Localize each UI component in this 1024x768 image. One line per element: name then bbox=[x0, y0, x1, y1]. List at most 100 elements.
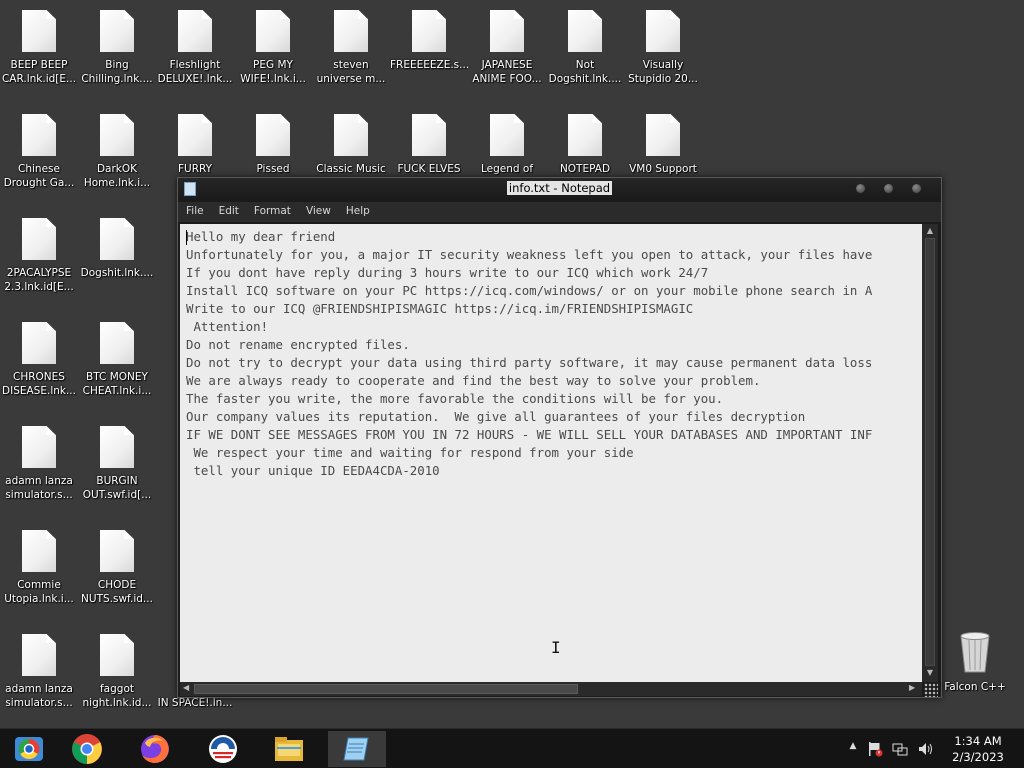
taskbar-firefox[interactable] bbox=[126, 731, 184, 767]
editor-line: Unfortunately for you, a major IT securi… bbox=[186, 247, 873, 262]
desktop-icon-label: steven universe m... bbox=[316, 59, 386, 85]
desktop-icon-label: Pissed bbox=[256, 163, 290, 175]
file-icon bbox=[22, 114, 56, 156]
clock-time: 1:34 AM bbox=[954, 734, 1002, 748]
desktop-icon-label: FUCK ELVES bbox=[397, 163, 461, 175]
file-icon bbox=[100, 426, 134, 468]
desktop-icon-label: Bing Chilling.lnk.... bbox=[81, 59, 153, 85]
menu-edit[interactable]: Edit bbox=[211, 202, 246, 222]
desktop-file-icon-item[interactable]: Dogshit.lnk.... bbox=[78, 210, 156, 310]
firefox-icon bbox=[141, 735, 169, 763]
desktop-file-icon-item[interactable]: DarkOK Home.lnk.i... bbox=[78, 106, 156, 206]
desktop-file-icon-item[interactable]: CHODE NUTS.swf.id... bbox=[78, 522, 156, 622]
menu-help[interactable]: Help bbox=[338, 202, 377, 222]
editor-line: If you dont have reply during 3 hours wr… bbox=[186, 265, 709, 280]
scroll-down-arrow-icon[interactable]: ▼ bbox=[925, 668, 935, 678]
desktop-file-icon-item[interactable]: BEEP BEEP CAR.lnk.id[E... bbox=[0, 2, 78, 102]
taskbar-chromium[interactable] bbox=[0, 731, 58, 767]
editor-line: IF WE DONT SEE MESSAGES FROM YOU IN 72 H… bbox=[186, 427, 873, 442]
file-icon bbox=[646, 10, 680, 52]
desktop-file-icon-item[interactable]: adamn lanza simulator.s... bbox=[0, 626, 78, 726]
desktop-file-icon-item[interactable]: FREEEEEZE.s... bbox=[390, 2, 468, 102]
desktop-file-icon-item[interactable]: Visually Stupidio 20... bbox=[624, 2, 702, 102]
file-icon bbox=[100, 634, 134, 676]
desktop-file-icon-item[interactable]: steven universe m... bbox=[312, 2, 390, 102]
editor-line: Install ICQ software on your PC https://… bbox=[186, 283, 873, 298]
file-icon bbox=[22, 322, 56, 364]
desktop-icon-label: JAPANESE ANIME FOO... bbox=[472, 59, 542, 85]
desktop-icon-label: Visually Stupidio 20... bbox=[628, 59, 698, 85]
file-icon bbox=[490, 10, 524, 52]
desktop-file-icon-item[interactable]: CHRONES DISEASE.lnk... bbox=[0, 314, 78, 414]
desktop-file-icon-item[interactable]: BURGIN OUT.swf.id[... bbox=[78, 418, 156, 518]
desktop-icon-label: VM0 Support bbox=[629, 163, 697, 175]
desktop-icon-label: adamn lanza simulator.s... bbox=[5, 475, 73, 501]
vertical-scroll-thumb[interactable] bbox=[925, 238, 935, 666]
scroll-left-arrow-icon[interactable]: ◀ bbox=[183, 683, 189, 692]
file-icon bbox=[100, 114, 134, 156]
desktop-file-icon-item[interactable]: faggot night.lnk.id... bbox=[78, 626, 156, 726]
title-bar[interactable]: info.txt - Notepad bbox=[178, 178, 941, 200]
menu-format[interactable]: Format bbox=[246, 202, 298, 222]
resize-grip-icon[interactable] bbox=[924, 683, 938, 697]
file-icon bbox=[490, 114, 524, 156]
desktop-icon-label: Legend of bbox=[480, 163, 534, 175]
file-icon bbox=[22, 426, 56, 468]
text-cursor-icon: I bbox=[551, 638, 561, 657]
file-icon bbox=[22, 218, 56, 260]
close-button[interactable] bbox=[911, 183, 922, 194]
horizontal-scroll-thumb[interactable] bbox=[194, 684, 578, 694]
horizontal-scrollbar[interactable]: ◀ ▶ bbox=[180, 682, 922, 696]
network-icon[interactable] bbox=[892, 741, 908, 757]
text-caret bbox=[186, 230, 187, 245]
desktop-icon-label: Commie Utopia.lnk.i... bbox=[4, 579, 74, 605]
taskbar-explorer[interactable] bbox=[260, 731, 318, 767]
desktop-icon-label: Dogshit.lnk.... bbox=[80, 267, 154, 279]
desktop-file-icon-item[interactable]: PEG MY WIFE!.lnk.i... bbox=[234, 2, 312, 102]
text-editor[interactable]: Hello my dear friend Unfortunately for yo… bbox=[180, 224, 922, 682]
editor-line: The faster you write, the more favorable… bbox=[186, 391, 724, 406]
editor-line: We are always ready to cooperate and fin… bbox=[186, 373, 761, 388]
notepad-window[interactable]: info.txt - Notepad File Edit Format View… bbox=[177, 177, 942, 698]
menu-file[interactable]: File bbox=[178, 202, 211, 222]
file-icon bbox=[256, 114, 290, 156]
maximize-button[interactable] bbox=[883, 183, 894, 194]
menu-bar: File Edit Format View Help bbox=[178, 202, 941, 222]
taskbar-notepad[interactable] bbox=[328, 731, 386, 767]
taskbar-chrome[interactable] bbox=[58, 731, 116, 767]
desktop-file-icon-item[interactable]: Fleshlight DELUXE!.lnk... bbox=[156, 2, 234, 102]
desktop-file-icon-item[interactable]: BTC MONEY CHEAT.lnk.i... bbox=[78, 314, 156, 414]
taskbar: ▲ 1:34 AM 2/3/2023 bbox=[0, 728, 1024, 768]
desktop-icon-label: NOTEPAD bbox=[559, 163, 611, 175]
desktop-file-icon-item[interactable]: adamn lanza simulator.s... bbox=[0, 418, 78, 518]
file-icon bbox=[412, 10, 446, 52]
editor-line: Our company values its reputation. We gi… bbox=[186, 409, 806, 424]
volume-icon[interactable] bbox=[917, 741, 933, 757]
desktop-file-icon-item[interactable]: JAPANESE ANIME FOO... bbox=[468, 2, 546, 102]
notepad-icon bbox=[343, 737, 369, 761]
recycle-bin[interactable]: Falcon C++ bbox=[936, 626, 1014, 726]
file-icon bbox=[22, 10, 56, 52]
scroll-up-arrow-icon[interactable]: ▲ bbox=[925, 226, 935, 236]
system-clock[interactable]: 1:34 AM 2/3/2023 bbox=[948, 733, 1008, 765]
clock-date: 2/3/2023 bbox=[952, 750, 1004, 764]
desktop-icon-label: BURGIN OUT.swf.id[... bbox=[82, 475, 152, 501]
minimize-button[interactable] bbox=[855, 183, 866, 194]
desktop-file-icon-item[interactable]: 2PACALYPSE 2.3.lnk.id[E... bbox=[0, 210, 78, 310]
show-hidden-icons-icon[interactable]: ▲ bbox=[845, 741, 861, 757]
desktop-file-icon-item[interactable]: Chinese Drought Ga... bbox=[0, 106, 78, 206]
menu-view[interactable]: View bbox=[298, 202, 338, 222]
taskbar-obama[interactable] bbox=[194, 731, 252, 767]
desktop-file-icon-item[interactable]: Commie Utopia.lnk.i... bbox=[0, 522, 78, 622]
desktop-icon-label: Classic Music bbox=[316, 163, 386, 175]
action-center-flag-icon[interactable] bbox=[867, 741, 883, 757]
scroll-right-arrow-icon[interactable]: ▶ bbox=[909, 683, 915, 692]
desktop-file-icon-item[interactable]: Bing Chilling.lnk.... bbox=[78, 2, 156, 102]
file-icon bbox=[568, 10, 602, 52]
desktop-icon-label: adamn lanza simulator.s... bbox=[5, 683, 73, 709]
obama-logo-icon bbox=[209, 735, 237, 763]
editor-line: Do not rename encrypted files. bbox=[186, 337, 410, 352]
vertical-scrollbar[interactable]: ▲ ▼ bbox=[922, 224, 938, 682]
desktop-file-icon-item[interactable]: Not Dogshit.lnk.... bbox=[546, 2, 624, 102]
file-icon bbox=[178, 10, 212, 52]
